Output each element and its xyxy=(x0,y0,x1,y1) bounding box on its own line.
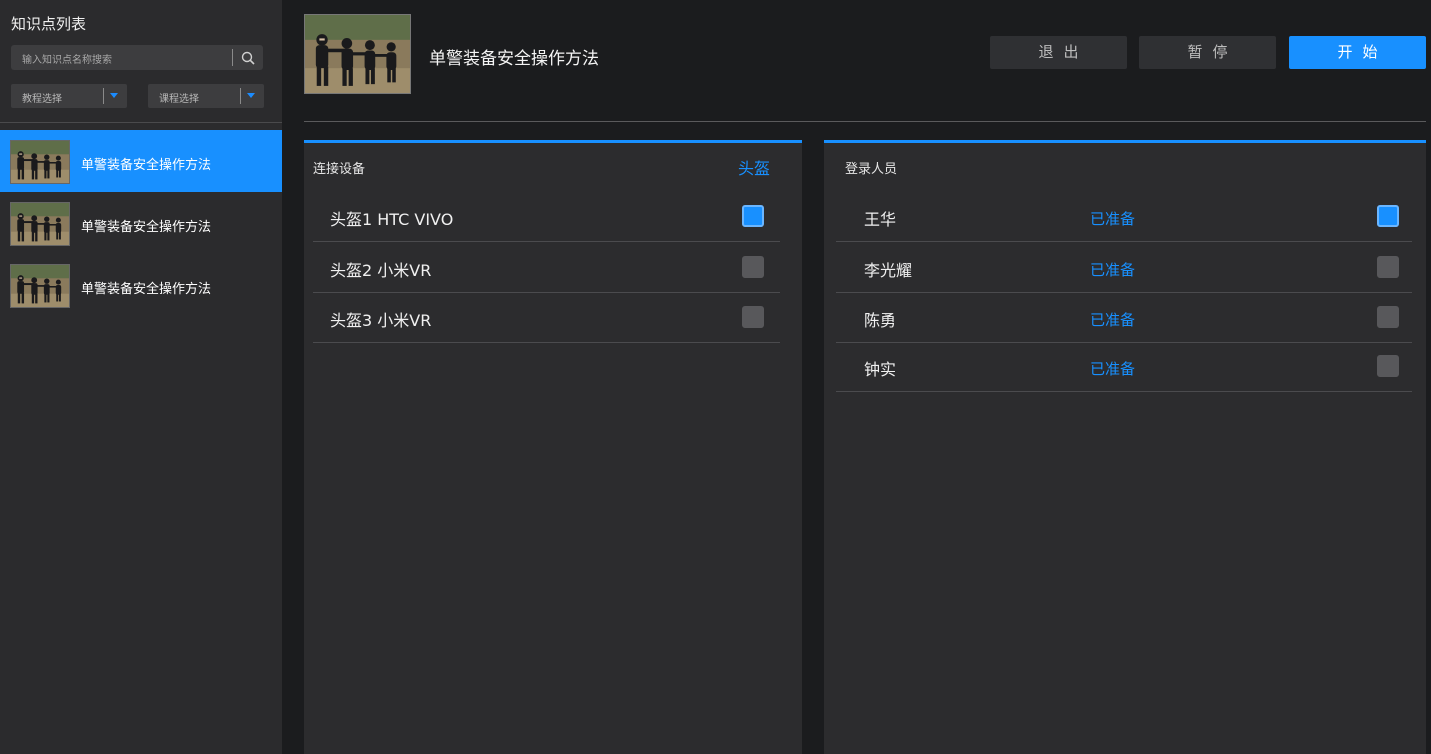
search-input[interactable]: 输入知识点名称搜索 xyxy=(11,45,263,70)
device-type-tab[interactable]: 头盔 xyxy=(738,155,770,179)
pause-button[interactable]: 暂停 xyxy=(1139,36,1276,69)
header-divider xyxy=(304,121,1426,122)
devices-panel-title: 连接设备 xyxy=(313,162,366,177)
tutorial-select[interactable]: 教程选择 xyxy=(11,84,127,108)
user-row[interactable]: 陈勇 已准备 xyxy=(836,293,1412,343)
user-status: 已准备 xyxy=(1090,311,1136,329)
search-divider xyxy=(232,49,233,66)
user-checkbox[interactable] xyxy=(1377,306,1399,328)
device-name: 头盔3 小米VR xyxy=(330,311,432,330)
user-name: 陈勇 xyxy=(864,311,897,330)
chevron-down-icon[interactable] xyxy=(247,93,255,98)
device-name: 头盔2 小米VR xyxy=(330,261,432,280)
course-select[interactable]: 课程选择 xyxy=(148,84,264,108)
user-checkbox[interactable] xyxy=(1377,256,1399,278)
search-icon[interactable] xyxy=(240,50,256,66)
user-name: 李光耀 xyxy=(864,261,913,280)
device-checkbox[interactable] xyxy=(742,205,764,227)
device-row[interactable]: 头盔3 小米VR xyxy=(313,293,780,343)
users-panel-title: 登录人员 xyxy=(845,162,898,177)
knowledge-point-thumbnail xyxy=(10,140,70,184)
user-checkbox[interactable] xyxy=(1377,205,1399,227)
user-status: 已准备 xyxy=(1090,360,1136,378)
select-divider xyxy=(240,88,241,104)
knowledge-point-label: 单警装备安全操作方法 xyxy=(81,282,212,297)
exit-button[interactable]: 退出 xyxy=(990,36,1127,69)
course-thumbnail xyxy=(304,14,411,94)
knowledge-point-item[interactable]: 单警装备安全操作方法 xyxy=(0,254,282,316)
chevron-down-icon[interactable] xyxy=(110,93,118,98)
device-checkbox[interactable] xyxy=(742,306,764,328)
device-row[interactable]: 头盔2 小米VR xyxy=(313,243,780,293)
user-name: 钟实 xyxy=(864,360,897,379)
sidebar-divider xyxy=(0,122,282,123)
knowledge-point-thumbnail xyxy=(10,202,70,246)
device-name: 头盔1 HTC VIVO xyxy=(330,210,454,229)
select-divider xyxy=(103,88,104,104)
search-placeholder: 输入知识点名称搜索 xyxy=(22,55,112,66)
user-row[interactable]: 王华 已准备 xyxy=(836,192,1412,242)
device-row[interactable]: 头盔1 HTC VIVO xyxy=(313,192,780,242)
knowledge-point-label: 单警装备安全操作方法 xyxy=(81,158,212,173)
course-select-value: 课程选择 xyxy=(159,94,199,105)
knowledge-point-label: 单警装备安全操作方法 xyxy=(81,220,212,235)
start-button[interactable]: 开始 xyxy=(1289,36,1426,69)
sidebar: 知识点列表 输入知识点名称搜索 教程选择 课程选择 单警装备安全操作方法 单警装… xyxy=(0,0,282,754)
devices-panel: 连接设备 头盔 头盔1 HTC VIVO 头盔2 小米VR 头盔3 小米VR xyxy=(304,140,802,754)
knowledge-point-thumbnail xyxy=(10,264,70,308)
page-title: 单警装备安全操作方法 xyxy=(429,49,599,69)
user-status: 已准备 xyxy=(1090,261,1136,279)
user-row[interactable]: 李光耀 已准备 xyxy=(836,243,1412,293)
user-status: 已准备 xyxy=(1090,210,1136,228)
tutorial-select-value: 教程选择 xyxy=(22,94,62,105)
user-checkbox[interactable] xyxy=(1377,355,1399,377)
device-checkbox[interactable] xyxy=(742,256,764,278)
user-name: 王华 xyxy=(864,210,897,229)
users-panel: 登录人员 王华 已准备 李光耀 已准备 陈勇 已准备 钟实 已准备 xyxy=(824,140,1426,754)
knowledge-point-item[interactable]: 单警装备安全操作方法 xyxy=(0,192,282,254)
user-row[interactable]: 钟实 已准备 xyxy=(836,342,1412,392)
sidebar-title: 知识点列表 xyxy=(11,15,87,33)
knowledge-point-item[interactable]: 单警装备安全操作方法 xyxy=(0,130,282,192)
